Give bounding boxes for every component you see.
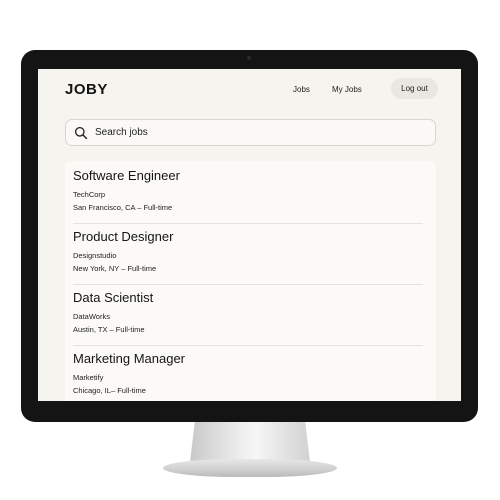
job-item-marketing-manager[interactable]: Marketing Manager Marketify Chicago, IL–… — [65, 349, 436, 401]
search-icon — [74, 126, 88, 139]
job-location: San Francisco, CA – Full-time — [73, 203, 173, 212]
divider — [73, 345, 423, 346]
job-company: Designstudio — [73, 251, 117, 260]
job-company: DataWorks — [73, 312, 110, 321]
job-title[interactable]: Marketing Manager — [73, 351, 185, 366]
search-bar[interactable] — [65, 119, 436, 146]
search-input[interactable] — [93, 126, 417, 139]
job-company: TechCorp — [73, 190, 106, 199]
job-item-data-scientist[interactable]: Data Scientist DataWorks Austin, TX – Fu… — [65, 288, 436, 349]
monitor-bezel: JOBY Jobs My Jobs Log out Software Engin… — [21, 50, 478, 422]
divider — [73, 284, 423, 285]
job-location: Chicago, IL– Full-time — [73, 386, 146, 395]
app-logo[interactable]: JOBY — [65, 81, 108, 98]
nav-jobs-link[interactable]: Jobs — [293, 85, 310, 94]
job-location: Austin, TX – Full-time — [73, 325, 145, 334]
job-location: New York, NY – Full-time — [73, 264, 157, 273]
job-list: Software Engineer TechCorp San Francisco… — [65, 161, 436, 401]
webcam-dot — [247, 56, 251, 60]
divider — [73, 223, 423, 224]
job-title[interactable]: Software Engineer — [73, 168, 180, 183]
logout-button[interactable]: Log out — [391, 78, 438, 99]
monitor-stand-base — [163, 459, 337, 477]
job-title[interactable]: Product Designer — [73, 229, 173, 244]
job-company: Marketify — [73, 373, 104, 382]
job-item-software-engineer[interactable]: Software Engineer TechCorp San Francisco… — [65, 166, 436, 227]
job-title[interactable]: Data Scientist — [73, 290, 153, 305]
job-item-product-designer[interactable]: Product Designer Designstudio New York, … — [65, 227, 436, 288]
app-screen: JOBY Jobs My Jobs Log out Software Engin… — [38, 69, 461, 401]
monitor-stand-neck — [190, 422, 310, 462]
nav-my-jobs-link[interactable]: My Jobs — [332, 85, 362, 94]
